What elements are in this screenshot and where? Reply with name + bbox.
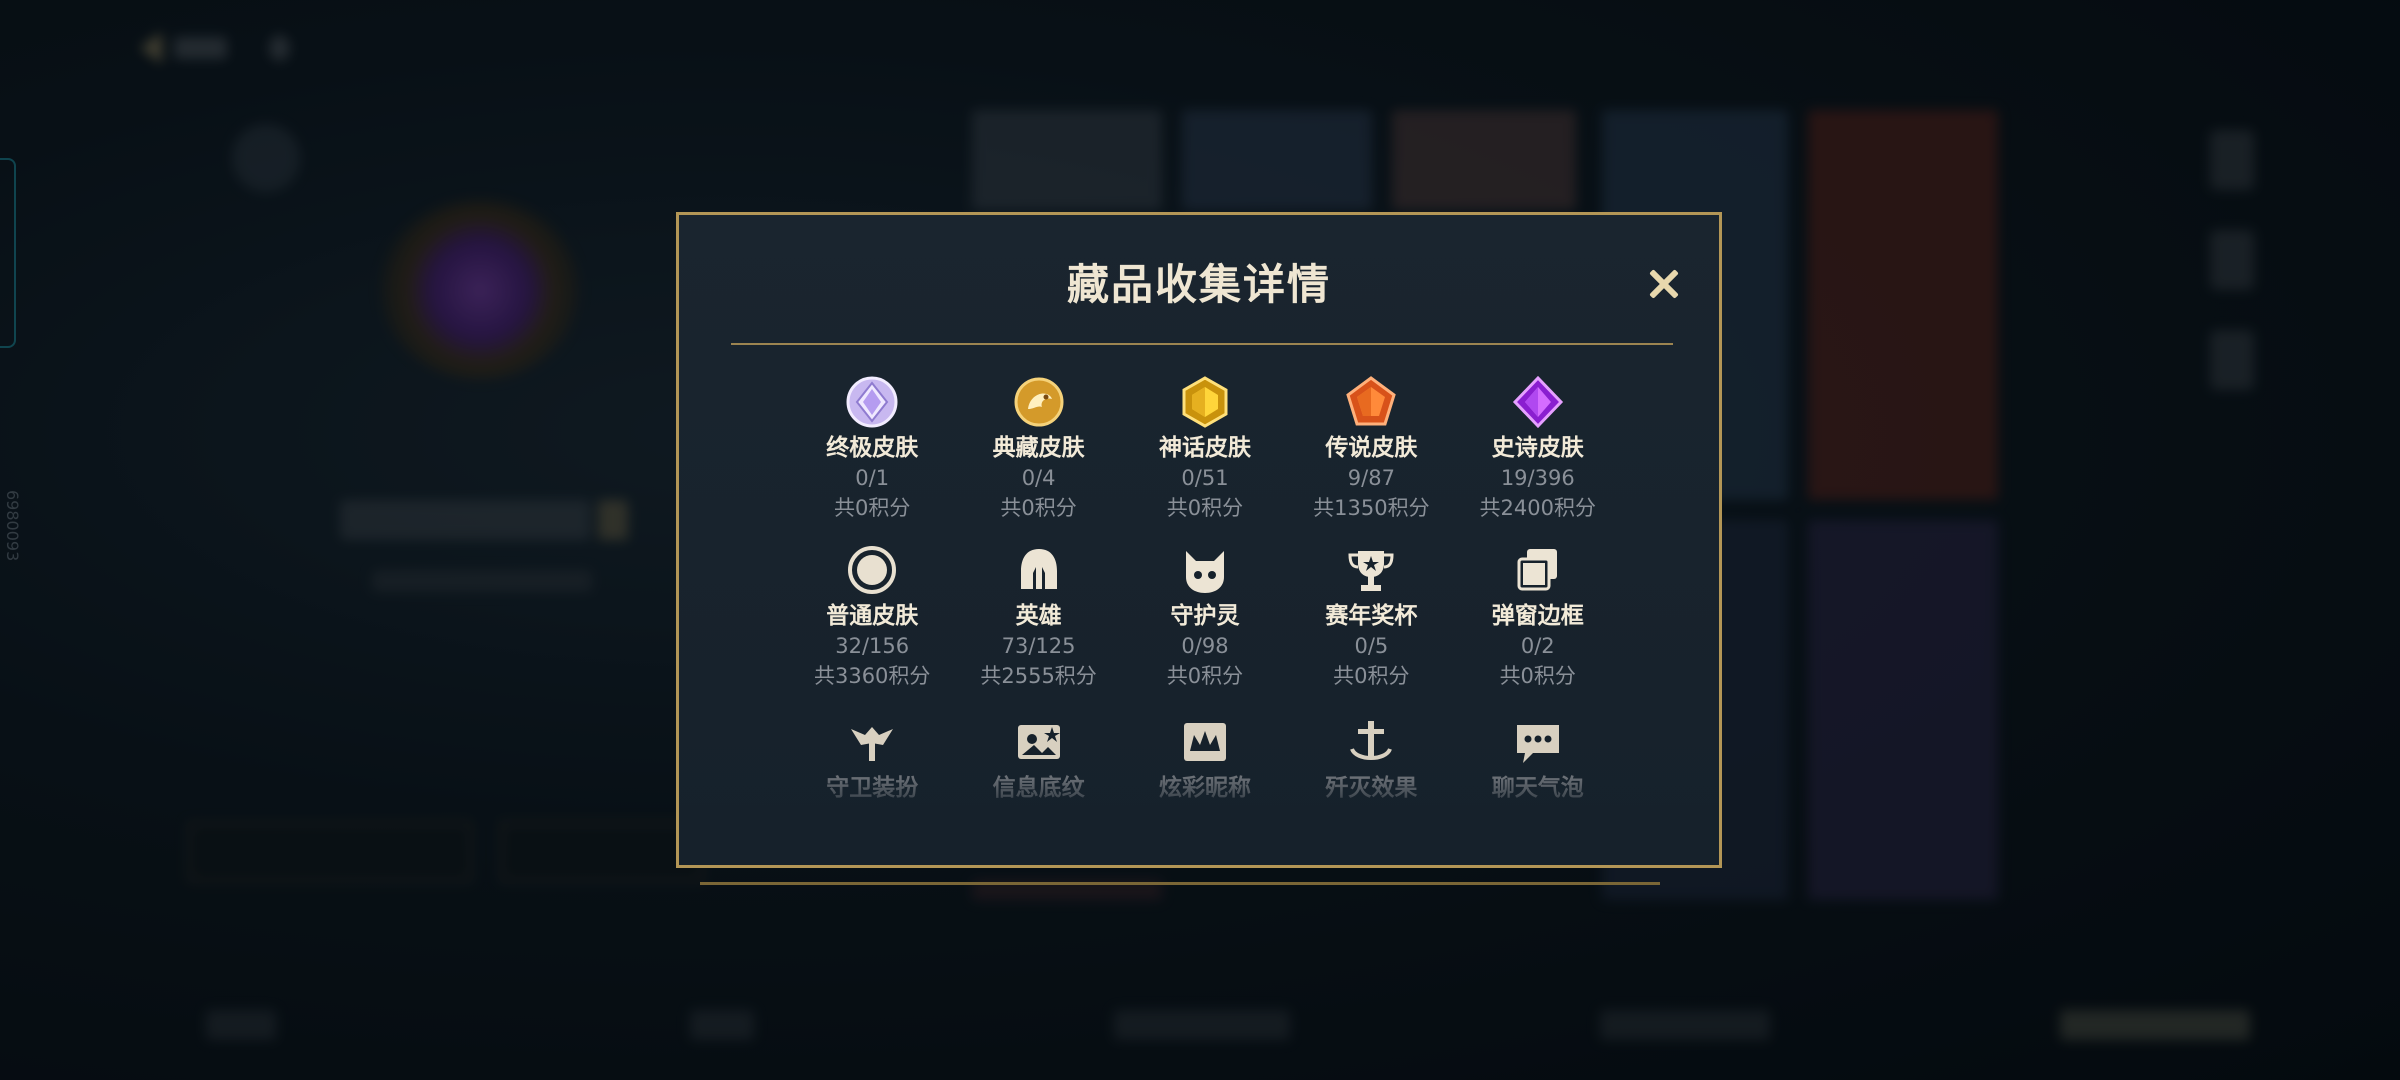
collection-item-count: 0/51 — [1181, 466, 1229, 490]
collection-item[interactable]: 英雄 73/125 共2555积分 — [955, 543, 1121, 711]
collection-item-count: 0/4 — [1021, 466, 1056, 490]
collection-grid: 终极皮肤 0/1 共0积分 典藏皮肤 0/4 共0积分 神话皮肤 0/51 共0积分 传说皮肤 9/… — [789, 375, 1621, 711]
collection-item-points: 共3360积分 — [813, 664, 931, 688]
collection-item-points: 共2555积分 — [980, 664, 1097, 688]
collection-item-points: 共0积分 — [1333, 664, 1410, 688]
collection-item[interactable]: 守护灵 0/98 共0积分 — [1122, 543, 1288, 711]
collection-item-count: 19/396 — [1500, 466, 1575, 490]
hero-helmet-icon — [1012, 543, 1066, 597]
collection-item-count: 0/2 — [1520, 634, 1555, 658]
collection-item[interactable]: 弹窗边框 0/2 共0积分 — [1455, 543, 1621, 711]
collection-item-points: 共0积分 — [1499, 664, 1576, 688]
collection-item[interactable]: 史诗皮肤 19/396 共2400积分 — [1455, 375, 1621, 543]
ultimate-skin-gem-icon — [845, 375, 899, 429]
collection-item[interactable]: 传说皮肤 9/87 共1350积分 — [1288, 375, 1454, 543]
legend-skin-gem-icon — [1344, 375, 1398, 429]
collection-item-label: 典藏皮肤 — [992, 435, 1085, 461]
info-background-icon — [1012, 715, 1066, 769]
collection-item-label: 英雄 — [1015, 603, 1062, 629]
popup-frame-icon — [1511, 543, 1565, 597]
collection-item-points: 共0积分 — [1000, 496, 1077, 520]
collection-item-label: 弹窗边框 — [1491, 603, 1584, 629]
collection-item[interactable]: 普通皮肤 32/156 共3360积分 — [789, 543, 955, 711]
colorful-nickname-icon — [1178, 715, 1232, 769]
collection-item-points: 共1350积分 — [1313, 496, 1430, 520]
collection-item-points: 共0积分 — [1166, 664, 1244, 688]
game-screen: 6980093 藏品收集详情 终极皮肤 0/1 共0积分 典藏皮肤 0/4 共0积分 神话皮… — [0, 0, 2400, 1080]
mythic-skin-gem-icon — [1178, 375, 1232, 429]
scroll-fade — [679, 775, 1719, 835]
modal-title: 藏品收集详情 — [1066, 260, 1331, 309]
collection-item-count: 0/1 — [855, 466, 890, 490]
collection-item-count: 9/87 — [1347, 466, 1395, 490]
collection-item[interactable]: 终极皮肤 0/1 共0积分 — [789, 375, 955, 543]
collection-item-label: 传说皮肤 — [1325, 435, 1418, 461]
collection-skin-dragon-icon — [1012, 375, 1066, 429]
collection-item-label: 神话皮肤 — [1158, 435, 1251, 461]
collection-item-count: 73/125 — [1001, 634, 1076, 658]
guard-outfit-icon — [845, 715, 899, 769]
normal-skin-ring-icon — [845, 543, 899, 597]
trophy-icon — [1344, 543, 1398, 597]
epic-skin-gem-icon — [1511, 375, 1565, 429]
collection-item-points: 共2400积分 — [1479, 496, 1596, 520]
kill-effect-icon — [1344, 715, 1398, 769]
collection-item-label: 赛年奖杯 — [1325, 603, 1418, 629]
collection-item-label: 守护灵 — [1170, 603, 1240, 629]
collection-item-label: 普通皮肤 — [826, 603, 919, 629]
collection-item[interactable]: 典藏皮肤 0/4 共0积分 — [955, 375, 1121, 543]
collection-item-points: 共0积分 — [834, 496, 911, 520]
divider — [731, 343, 1673, 345]
collection-item-label: 史诗皮肤 — [1491, 435, 1584, 461]
collection-item-points: 共0积分 — [1166, 496, 1244, 520]
collection-details-modal: 藏品收集详情 终极皮肤 0/1 共0积分 典藏皮肤 0/4 共0积分 神话皮肤 0/51 共0积… — [676, 212, 1722, 868]
collection-item[interactable]: 神话皮肤 0/51 共0积分 — [1122, 375, 1288, 543]
close-icon[interactable] — [1639, 259, 1689, 309]
collection-item-count: 32/156 — [835, 634, 910, 658]
chat-bubble-icon — [1511, 715, 1565, 769]
collection-item-label: 终极皮肤 — [826, 435, 919, 461]
guardian-spirit-icon — [1178, 543, 1232, 597]
collection-item-count: 0/5 — [1354, 634, 1389, 658]
collection-item-count: 0/98 — [1181, 634, 1229, 658]
collection-item[interactable]: 赛年奖杯 0/5 共0积分 — [1288, 543, 1454, 711]
